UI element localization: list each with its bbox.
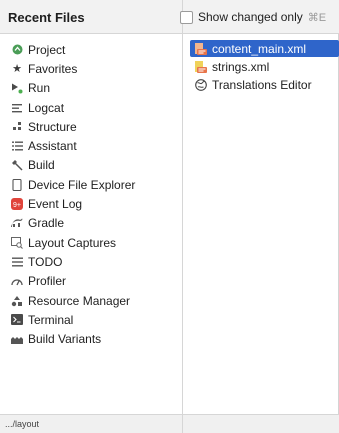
recent-file-item-strings[interactable]: strings.xml xyxy=(190,58,339,75)
tool-window-label: Favorites xyxy=(28,61,78,76)
tool-window-list: Project ★ Favorites Run Logcat Structure… xyxy=(0,40,182,349)
tool-window-label: Project xyxy=(28,42,66,57)
star-icon: ★ xyxy=(12,62,22,75)
xml-layout-file-icon xyxy=(194,42,207,55)
tool-window-item-structure[interactable]: Structure xyxy=(0,117,182,136)
tool-window-label: Device File Explorer xyxy=(28,177,136,192)
tool-window-label: Event Log xyxy=(28,197,83,212)
tool-window-label: Logcat xyxy=(28,100,65,115)
structure-icon xyxy=(11,121,23,133)
tool-window-item-project[interactable]: Project xyxy=(0,40,182,59)
globe-icon xyxy=(194,78,207,91)
tool-window-item-gradle[interactable]: Gradle xyxy=(0,214,182,233)
tool-window-label: TODO xyxy=(28,254,63,269)
build-variants-icon xyxy=(11,333,23,345)
tool-window-item-build-variants[interactable]: Build Variants xyxy=(0,329,182,348)
tool-window-label: Layout Captures xyxy=(28,235,117,250)
show-changed-only-label: Show changed only xyxy=(198,10,303,24)
recent-files-list: content_main.xml strings.xml Translation… xyxy=(190,40,339,94)
tool-window-item-assistant[interactable]: Assistant xyxy=(0,136,182,155)
assistant-icon xyxy=(11,140,23,152)
tool-window-item-layout-captures[interactable]: Layout Captures xyxy=(0,233,182,252)
recent-file-label: content_main.xml xyxy=(212,41,307,56)
list-divider xyxy=(182,34,183,414)
recent-file-label: strings.xml xyxy=(212,59,270,74)
logcat-icon xyxy=(11,102,23,114)
status-bar: .../layout xyxy=(0,414,339,433)
recent-file-item-translations-editor[interactable]: Translations Editor xyxy=(190,76,339,93)
device-icon xyxy=(11,178,23,191)
gradle-icon xyxy=(11,217,23,229)
tool-window-label: Resource Manager xyxy=(28,293,131,308)
project-icon xyxy=(11,44,23,56)
tool-window-item-terminal[interactable]: Terminal xyxy=(0,310,182,329)
tool-window-label: Profiler xyxy=(28,274,67,289)
popup-content: Project ★ Favorites Run Logcat Structure… xyxy=(0,34,339,414)
tool-window-label: Build xyxy=(28,158,55,173)
show-changed-only-toggle[interactable]: Show changed only ⌘E xyxy=(180,9,326,25)
tool-window-item-build[interactable]: Build xyxy=(0,156,182,175)
resource-manager-icon xyxy=(11,295,23,307)
run-icon xyxy=(11,82,23,94)
popup-header: Recent Files Show changed only ⌘E xyxy=(0,0,339,34)
tool-window-item-profiler[interactable]: Profiler xyxy=(0,272,182,291)
tool-window-item-favorites[interactable]: ★ Favorites xyxy=(0,59,182,78)
svg-text:9+: 9+ xyxy=(13,202,21,209)
tool-window-item-resource-manager[interactable]: Resource Manager xyxy=(0,291,182,310)
tool-window-item-todo[interactable]: TODO xyxy=(0,252,182,271)
tool-window-label: Structure xyxy=(28,119,77,134)
status-divider xyxy=(182,415,183,433)
show-changed-only-checkbox[interactable] xyxy=(180,10,193,24)
recent-file-label: Translations Editor xyxy=(212,77,312,92)
tool-window-item-event-log[interactable]: 9+ Event Log xyxy=(0,194,182,213)
recent-file-item-content-main[interactable]: content_main.xml xyxy=(190,40,339,57)
show-changed-only-shortcut: ⌘E xyxy=(307,11,327,24)
tool-window-item-logcat[interactable]: Logcat xyxy=(0,98,182,117)
tool-window-label: Build Variants xyxy=(28,332,102,347)
tool-window-label: Terminal xyxy=(28,312,74,327)
layout-captures-icon xyxy=(11,236,23,249)
todo-icon xyxy=(11,256,23,268)
profiler-icon xyxy=(11,275,23,287)
tool-window-item-device-file-explorer[interactable]: Device File Explorer xyxy=(0,175,182,194)
tool-window-item-run[interactable]: Run xyxy=(0,79,182,98)
xml-values-file-icon xyxy=(194,60,207,73)
recent-files-popup: Recent Files Show changed only ⌘E Projec… xyxy=(0,0,339,433)
terminal-icon xyxy=(11,314,23,326)
tool-window-label: Gradle xyxy=(28,216,65,231)
event-log-icon: 9+ xyxy=(11,198,23,211)
popup-title: Recent Files xyxy=(8,10,85,25)
hammer-icon xyxy=(11,159,23,171)
tool-window-label: Assistant xyxy=(28,139,77,154)
tool-window-label: Run xyxy=(28,81,51,96)
status-path: .../layout xyxy=(5,419,40,429)
